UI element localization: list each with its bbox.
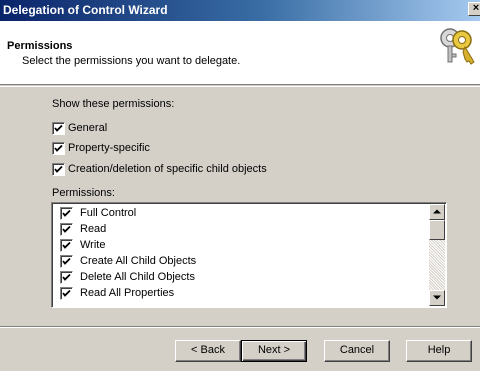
permission-label: Write [80,239,106,251]
permission-label: Full Control [80,207,137,219]
wizard-header: Permissions Select the permissions you w… [0,21,480,85]
show-permissions-label: Show these permissions: [52,98,175,110]
page-subtitle: Select the permissions you want to deleg… [22,55,241,67]
child-objects-label: Creation/deletion of specific child obje… [68,163,267,175]
arrow-up-icon [433,209,441,214]
scroll-up-button[interactable] [429,204,445,220]
window-title: Delegation of Control Wizard [3,3,168,17]
scroll-down-button[interactable] [429,290,445,306]
header-divider [0,86,480,87]
checkmark-icon [62,257,71,265]
footer-divider [0,326,480,328]
help-button[interactable]: Help [406,340,472,362]
permission-label: Read All Properties [80,287,175,299]
permission-checkbox[interactable] [60,207,73,220]
scroll-thumb[interactable] [429,220,445,240]
close-button[interactable]: × [468,2,480,16]
keys-icon [440,28,475,65]
title-bar[interactable]: Delegation of Control Wizard × [0,0,480,21]
checkmark-icon [62,241,71,249]
checkmark-icon [54,165,63,173]
arrow-down-icon [433,295,441,300]
permission-label: Create All Child Objects [80,255,197,267]
vertical-scrollbar[interactable] [429,204,445,306]
property-specific-checkbox[interactable] [52,142,65,155]
checkmark-icon [62,289,71,297]
checkmark-icon [62,209,71,217]
page-title: Permissions [7,40,73,52]
child-objects-checkbox[interactable] [52,163,65,176]
cancel-button[interactable]: Cancel [324,340,390,362]
permission-checkbox[interactable] [60,223,73,236]
close-icon: × [472,2,480,14]
permission-checkbox[interactable] [60,271,73,284]
permission-checkbox[interactable] [60,287,73,300]
general-checkbox[interactable] [52,122,65,135]
permissions-label: Permissions: [52,187,115,199]
checkmark-icon [62,273,71,281]
permission-label: Read [80,223,107,235]
property-specific-label: Property-specific [68,142,150,154]
back-button[interactable]: < Back [175,340,241,362]
checkmark-icon [54,124,63,132]
next-button[interactable]: Next > [241,340,307,362]
wizard-window: Delegation of Control Wizard × Permissio… [0,0,480,371]
permission-checkbox[interactable] [60,255,73,268]
permission-label: Delete All Child Objects [80,271,195,283]
checkmark-icon [62,225,71,233]
permission-checkbox[interactable] [60,239,73,252]
general-label: General [68,122,108,134]
checkmark-icon [54,144,63,152]
permissions-list[interactable]: Full Control Read Write Create All Child… [51,202,447,308]
